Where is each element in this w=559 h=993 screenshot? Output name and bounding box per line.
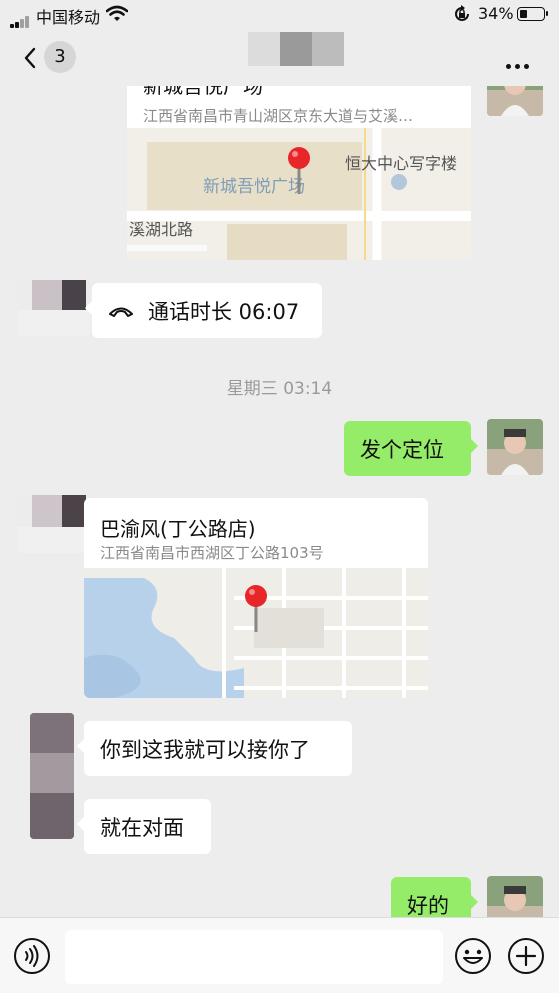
message-text: 你到这我就可以接你了 xyxy=(100,737,310,762)
location-address: 江西省南昌市青山湖区京东大道与艾溪… xyxy=(143,107,414,125)
contact-avatar-blurred[interactable] xyxy=(18,495,90,553)
more-options-icon[interactable] xyxy=(506,54,536,69)
message-text: 就在对面 xyxy=(100,815,184,840)
chat-input-bar xyxy=(0,917,559,993)
avatar-photo xyxy=(30,713,74,839)
message-text: 好的 xyxy=(407,893,449,918)
wifi-icon xyxy=(106,5,128,21)
carrier-name: 中国移动 xyxy=(36,8,101,27)
location-card-1[interactable]: 新城吾悦广场 江西省南昌市青山湖区京东大道与艾溪… 新城吾悦广场 恒大中心写字楼… xyxy=(127,60,471,260)
location-name: 巴渝风(丁公路店) xyxy=(100,517,256,541)
chat-title-blurred xyxy=(248,32,344,66)
battery-icon xyxy=(517,7,548,21)
chat-timestamp: 星期三 03:14 xyxy=(226,379,333,399)
rotation-lock-icon xyxy=(455,5,469,21)
emoji-icon[interactable] xyxy=(454,937,492,975)
battery-fill xyxy=(520,10,527,18)
map-pin-icon xyxy=(245,585,267,632)
battery-percent: 34% xyxy=(478,4,514,23)
received-message-bubble[interactable]: 就在对面 xyxy=(77,799,211,854)
my-avatar[interactable] xyxy=(487,419,543,475)
call-duration-text: 通话时长 06:07 xyxy=(148,299,300,324)
contact-avatar-blurred[interactable] xyxy=(30,713,74,839)
location-address: 江西省南昌市西湖区丁公路103号 xyxy=(100,544,324,562)
message-text: 发个定位 xyxy=(360,437,444,462)
status-bar: 中国移动 34% xyxy=(0,0,559,30)
voice-input-icon[interactable] xyxy=(13,937,51,975)
received-message-bubble[interactable]: 你到这我就可以接你了 xyxy=(77,721,352,776)
avatar-photo xyxy=(18,495,90,553)
map-pin-icon xyxy=(288,147,310,194)
contact-avatar-blurred[interactable] xyxy=(18,280,90,336)
avatar-photo xyxy=(18,280,90,336)
map-label-road: 溪湖北路 xyxy=(129,220,194,239)
message-input[interactable] xyxy=(65,930,443,984)
map-label-tower: 恒大中心写字楼 xyxy=(345,154,458,173)
chat-header: 3 xyxy=(0,30,559,86)
call-duration-bubble[interactable]: 通话时长 06:07 xyxy=(85,283,322,338)
cellular-signal-icon xyxy=(10,9,30,28)
unread-count-badge[interactable]: 3 xyxy=(44,41,76,73)
add-more-icon[interactable] xyxy=(507,937,545,975)
phone-hangup-icon xyxy=(109,307,133,317)
location-card-2[interactable]: 巴渝风(丁公路店) 江西省南昌市西湖区丁公路103号 xyxy=(84,498,428,698)
sent-message-bubble[interactable]: 发个定位 xyxy=(344,421,478,476)
avatar-photo xyxy=(487,419,543,475)
